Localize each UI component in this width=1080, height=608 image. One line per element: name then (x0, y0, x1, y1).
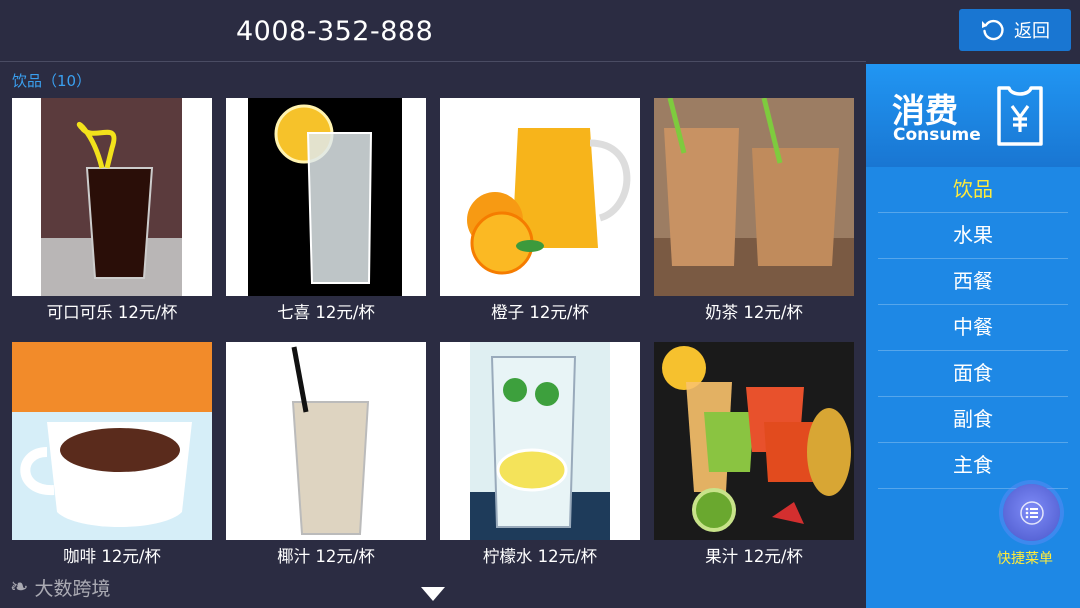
watermark-logo-icon: ❧ (10, 575, 29, 600)
consume-subtitle: Consume (893, 125, 981, 145)
category-header: 饮品（10） (12, 72, 92, 90)
watermark-text: 大数跨境 (34, 578, 111, 600)
product-card[interactable]: 可口可乐 12元/杯 (12, 98, 212, 328)
product-card[interactable]: 橙子 12元/杯 (440, 98, 640, 328)
product-label: 可口可乐 12元/杯 (46, 303, 178, 322)
product-image-coconut (226, 342, 426, 540)
quick-menu-button[interactable] (1003, 484, 1060, 541)
product-image-juices (654, 342, 854, 540)
product-image-lemon-water (440, 342, 640, 540)
menu-item-fruit[interactable]: 水果 (878, 213, 1068, 259)
product-card[interactable]: 咖啡 12元/杯 (12, 342, 212, 572)
scroll-down-arrow-icon[interactable] (421, 587, 445, 601)
header-divider (0, 61, 866, 62)
receipt-yen-icon (997, 86, 1043, 146)
product-image-cola (12, 98, 212, 296)
refresh-back-icon (982, 19, 1004, 41)
product-label: 椰汁 12元/杯 (277, 547, 375, 566)
phone-number: 4008-352-888 (236, 16, 434, 47)
category-menu: 饮品 水果 西餐 中餐 面食 副食 主食 (878, 167, 1068, 489)
product-label: 果汁 12元/杯 (705, 547, 803, 566)
product-card[interactable]: 奶茶 12元/杯 (654, 98, 854, 328)
back-button-label: 返回 (1014, 21, 1050, 42)
watermark: ❧ 大数跨境 (10, 574, 110, 601)
menu-item-side-dishes[interactable]: 副食 (878, 397, 1068, 443)
menu-item-drinks[interactable]: 饮品 (878, 167, 1068, 213)
product-label: 柠檬水 12元/杯 (482, 547, 598, 566)
product-image-orange (440, 98, 640, 296)
consume-panel[interactable]: 消费 Consume (866, 64, 1080, 167)
product-card[interactable]: 柠檬水 12元/杯 (440, 342, 640, 572)
product-image-milk-tea (654, 98, 854, 296)
menu-item-western[interactable]: 西餐 (878, 259, 1068, 305)
menu-item-staple[interactable]: 主食 (878, 443, 1068, 489)
sidebar: 消费 Consume 饮品 水果 西餐 中餐 面食 副食 主食 快捷菜单 (866, 64, 1080, 608)
product-label: 七喜 12元/杯 (277, 303, 375, 322)
product-label: 橙子 12元/杯 (491, 303, 589, 322)
menu-item-chinese[interactable]: 中餐 (878, 305, 1068, 351)
product-card[interactable]: 椰汁 12元/杯 (226, 342, 426, 572)
product-label: 奶茶 12元/杯 (705, 303, 803, 322)
product-image-coffee (12, 342, 212, 540)
quick-menu-label: 快捷菜单 (997, 551, 1053, 567)
product-image-sprite (226, 98, 426, 296)
product-card[interactable]: 果汁 12元/杯 (654, 342, 854, 572)
list-icon (1019, 500, 1044, 525)
back-button[interactable]: 返回 (959, 9, 1071, 51)
product-label: 咖啡 12元/杯 (63, 547, 161, 566)
product-card[interactable]: 七喜 12元/杯 (226, 98, 426, 328)
menu-item-noodles[interactable]: 面食 (878, 351, 1068, 397)
